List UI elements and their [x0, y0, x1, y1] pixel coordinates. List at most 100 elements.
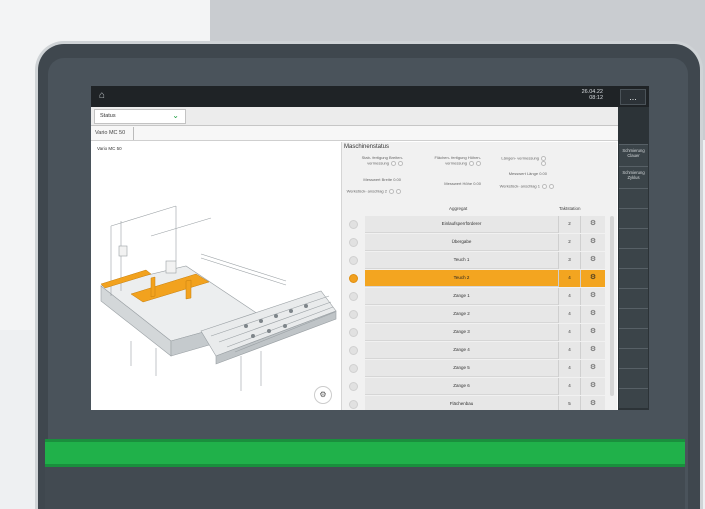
- station-value: 4: [558, 342, 580, 359]
- side-button-3[interactable]: [619, 188, 648, 208]
- status-bar-width: Stab- fertigung Breiten- vermessung: [351, 155, 403, 166]
- status-indicator-icon: [349, 238, 358, 247]
- aggregate-name: Einlaufsperrförderer: [365, 216, 558, 233]
- status-stop-2: Werkstück- anschlag 2: [344, 189, 401, 194]
- station-value: 4: [558, 324, 580, 341]
- machine-title: Vario MC 50: [97, 146, 122, 151]
- status-led-icon: [476, 160, 481, 166]
- status-led-icon: [542, 184, 547, 189]
- tool-icon[interactable]: ⚙: [580, 216, 605, 233]
- status-indicator-icon: [349, 220, 358, 229]
- status-indicator-icon: [349, 346, 358, 355]
- status-indicator-icon: [349, 310, 358, 319]
- status-dropdown[interactable]: Status ⌄: [94, 109, 186, 124]
- station-value: 3: [558, 252, 580, 269]
- status-measured-height: Messwert Höhe 0.00: [421, 181, 481, 187]
- side-button-8[interactable]: [619, 288, 648, 308]
- tool-icon[interactable]: ⚙: [314, 386, 332, 404]
- aggregate-name: Teuch 1: [365, 252, 558, 269]
- machine-status-title: Maschinenstatus: [344, 144, 390, 150]
- side-button-9[interactable]: [619, 308, 648, 328]
- status-label: Werkstück- anschlag 1: [499, 183, 540, 189]
- status-stop-1: Werkstück- anschlag 1: [496, 184, 554, 189]
- status-indicator-icon: [349, 382, 358, 391]
- column-header-station: Taktstation: [559, 206, 581, 211]
- table-row[interactable]: Zange 4 4 ⚙: [344, 342, 612, 359]
- side-button-6[interactable]: [619, 248, 648, 268]
- status-indicator-icon: [349, 274, 358, 283]
- aggregate-name: Zange 3: [365, 324, 558, 341]
- status-led-icon: [396, 189, 401, 194]
- aggregate-name: Übergabe: [365, 234, 558, 251]
- status-label: Messwert Länge: [508, 171, 539, 176]
- aggregate-name: Zange 2: [365, 306, 558, 323]
- tab-row: [91, 126, 618, 141]
- table-row[interactable]: Flächenbau 5 ⚙: [344, 396, 612, 410]
- tool-icon[interactable]: ⚙: [580, 288, 605, 305]
- station-value: 4: [558, 360, 580, 377]
- table-row[interactable]: Teuch 2 4 ⚙: [344, 270, 612, 287]
- home-icon[interactable]: ⌂: [99, 90, 115, 102]
- tab-vario[interactable]: Vario MC 50: [95, 127, 135, 140]
- table-row[interactable]: Zange 5 4 ⚙: [344, 360, 612, 377]
- lubrication-cycle-button[interactable]: Schmierung Zyklus: [619, 166, 648, 188]
- status-led-icon: [549, 184, 554, 189]
- table-row[interactable]: Teuch 1 3 ⚙: [344, 252, 612, 269]
- table-header: Aggregat Taktstation: [344, 206, 612, 214]
- datetime: 26.04.22 08:12: [582, 89, 603, 101]
- status-indicator-icon: [349, 364, 358, 373]
- tool-icon[interactable]: ⚙: [580, 234, 605, 251]
- aggregate-name: Zange 5: [365, 360, 558, 377]
- station-value: 4: [558, 288, 580, 305]
- tool-icon[interactable]: ⚙: [580, 324, 605, 341]
- status-label: Messwert Höhe: [444, 181, 473, 186]
- tool-icon[interactable]: ⚙: [580, 360, 605, 377]
- side-button-7[interactable]: [619, 268, 648, 288]
- table-row[interactable]: Zange 3 4 ⚙: [344, 324, 612, 341]
- side-button-10[interactable]: [619, 328, 648, 348]
- status-measured-length: Messwert Länge 0.00: [491, 171, 547, 177]
- station-value: 4: [558, 378, 580, 395]
- table-row[interactable]: Übergabe 2 ⚙: [344, 234, 612, 251]
- status-led-icon: [389, 189, 394, 194]
- device-lower-panel: [45, 467, 685, 509]
- tool-icon[interactable]: ⚙: [580, 306, 605, 323]
- status-value: 0.00: [473, 181, 481, 186]
- aggregate-name: Zange 4: [365, 342, 558, 359]
- status-light-bar: [45, 439, 685, 467]
- tool-icon[interactable]: ⚙: [580, 270, 605, 287]
- aggregate-name: Teuch 2: [365, 270, 558, 287]
- side-button-13[interactable]: [619, 388, 648, 408]
- status-led-icon: [391, 160, 396, 166]
- tool-icon[interactable]: ⚙: [580, 342, 605, 359]
- tool-icon[interactable]: ⚙: [580, 378, 605, 395]
- machine-3d-view[interactable]: [91, 166, 341, 410]
- status-label: Längen- vermessung: [501, 155, 539, 161]
- time-text: 08:12: [589, 95, 603, 101]
- tool-icon[interactable]: ⚙: [580, 396, 605, 410]
- side-button-11[interactable]: [619, 348, 648, 368]
- tool-icon[interactable]: ⚙: [580, 252, 605, 269]
- status-value: 0.00: [393, 177, 401, 182]
- status-surface-height: Flächen- fertigung Höhen- vermessung: [426, 155, 481, 166]
- side-button-4[interactable]: [619, 208, 648, 228]
- table-row[interactable]: Einlaufsperrförderer 2 ⚙: [344, 216, 612, 233]
- table-scrollbar[interactable]: [610, 216, 614, 396]
- status-label: Werkstück- anschlag 2: [346, 188, 387, 194]
- table-row[interactable]: Zange 1 4 ⚙: [344, 288, 612, 305]
- side-button-12[interactable]: [619, 368, 648, 388]
- status-length: Längen- vermessung: [501, 155, 546, 167]
- table-row[interactable]: Zange 6 4 ⚙: [344, 378, 612, 395]
- status-dropdown-value: Status: [100, 113, 116, 119]
- status-led-icon: [541, 161, 546, 167]
- aggregate-name: Zange 1: [365, 288, 558, 305]
- column-header-aggregate: Aggregat: [449, 206, 468, 211]
- side-button-5[interactable]: [619, 228, 648, 248]
- menu-button[interactable]: ...: [620, 89, 646, 105]
- station-value: 2: [558, 216, 580, 233]
- table-row[interactable]: Zange 2 4 ⚙: [344, 306, 612, 323]
- lubrication-clauer-button[interactable]: Schmierung Clauer: [619, 144, 648, 166]
- status-indicator-icon: [349, 328, 358, 337]
- status-value: 0.00: [539, 171, 547, 176]
- status-indicator-icon: [349, 256, 358, 265]
